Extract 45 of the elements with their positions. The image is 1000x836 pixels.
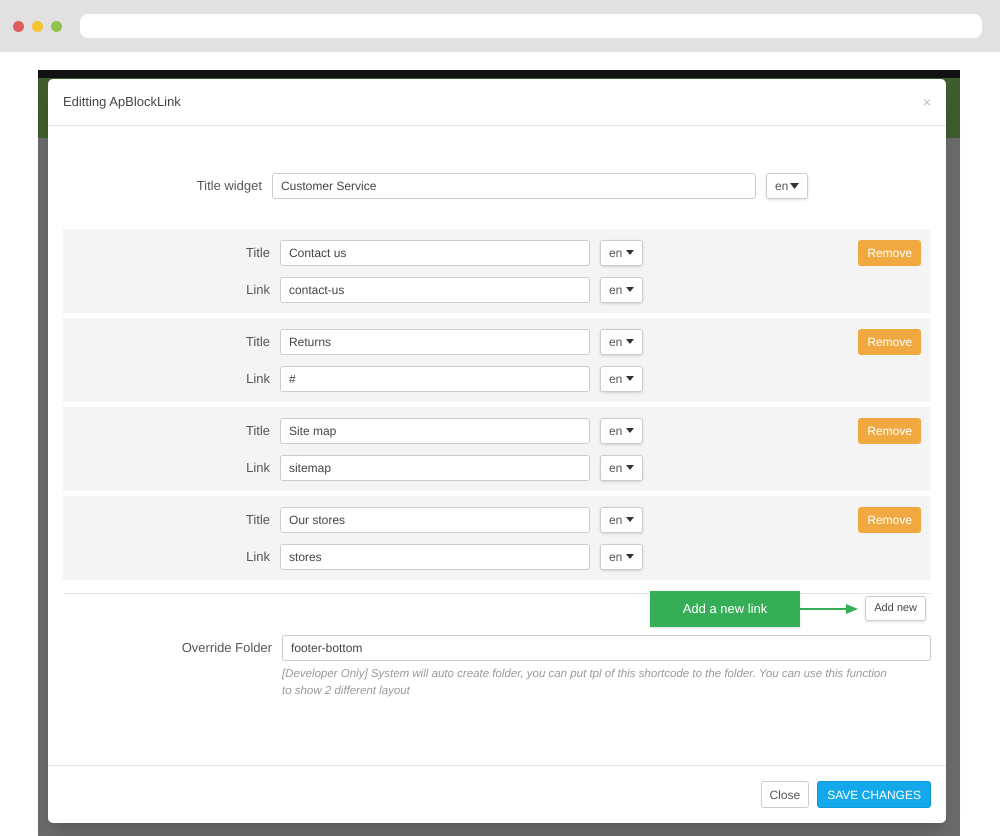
caret-icon — [790, 183, 800, 189]
title-widget-field[interactable]: Customer Service — [272, 173, 756, 199]
caret-icon — [626, 554, 634, 559]
text-field[interactable]: Our stores — [280, 506, 590, 532]
text-field[interactable]: sitemap — [280, 454, 590, 480]
text-field[interactable]: Returns — [280, 328, 590, 354]
caret-icon — [626, 250, 634, 255]
text-field[interactable]: stores — [280, 544, 590, 570]
field-label: Title — [244, 332, 271, 351]
arrow-icon — [800, 603, 858, 615]
language-dropdown[interactable]: en — [600, 506, 644, 532]
help-text: [Developer Only] System will auto create folder, you can put tpl of this shortcode to the folder. You can use this function to show 2 different layout — [282, 667, 888, 699]
language-dropdown[interactable]: en — [600, 276, 644, 302]
caret-icon — [626, 376, 634, 381]
close-button[interactable]: Close — [760, 781, 810, 808]
field-label: Title widget — [196, 177, 263, 196]
field-label: Override Folder — [180, 639, 273, 658]
field-label: Title — [244, 510, 271, 529]
caret-icon — [626, 339, 634, 344]
override-folder-field[interactable]: footer-bottom — [282, 635, 931, 661]
language-dropdown[interactable]: en — [600, 240, 644, 266]
language-dropdown[interactable]: en — [766, 173, 808, 199]
caret-icon — [626, 287, 634, 292]
caret-icon — [626, 428, 634, 433]
text-field[interactable]: contact-us — [280, 276, 590, 302]
add-new-button[interactable]: Add new — [865, 596, 926, 621]
field-label: Title — [244, 244, 271, 262]
field-label: Link — [245, 548, 271, 566]
language-dropdown[interactable]: en — [600, 544, 644, 570]
caret-icon — [626, 517, 634, 522]
modal-title: Editting ApBlockLink — [63, 93, 181, 112]
field-label: Title — [244, 422, 271, 440]
language-dropdown[interactable]: en — [600, 366, 644, 392]
field-label: Link — [245, 370, 271, 388]
callout-label: Add a new link — [650, 591, 800, 627]
field-label: Link — [245, 458, 271, 477]
text-field[interactable]: # — [280, 366, 590, 392]
text-field[interactable]: Site map — [280, 418, 590, 444]
language-dropdown[interactable]: en — [600, 454, 644, 480]
field-label: Link — [245, 280, 271, 299]
language-dropdown[interactable]: en — [600, 418, 644, 444]
text-field[interactable]: Contact us — [280, 240, 590, 266]
language-dropdown[interactable]: en — [600, 328, 644, 354]
address-bar[interactable] — [80, 14, 982, 38]
caret-icon — [626, 465, 634, 470]
